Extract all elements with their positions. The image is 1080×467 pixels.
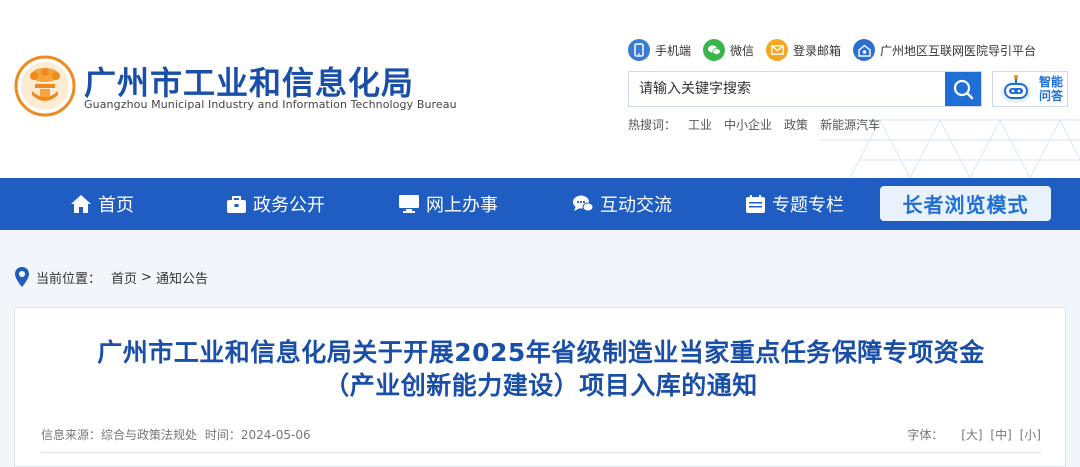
- time-label: 时间：: [204, 428, 241, 442]
- mail-link[interactable]: 登录邮箱: [766, 39, 841, 61]
- font-size-small[interactable]: [小]: [1020, 428, 1041, 442]
- font-size-controls: 字体： [大] [中] [小]: [907, 426, 1041, 443]
- wechat-icon: [703, 39, 726, 61]
- hot-search: 热搜词： 工业 中小企业 政策 新能源汽车: [628, 116, 880, 133]
- elder-mode-button[interactable]: 长者浏览模式: [880, 186, 1051, 221]
- calendar-icon: [746, 195, 765, 213]
- mail-icon: [766, 39, 789, 61]
- search-button[interactable]: [945, 72, 981, 106]
- top-links: 手机端 微信 登录邮箱 广州地区互联网医院导引平台: [628, 38, 1048, 62]
- briefcase-icon: [227, 195, 246, 213]
- main-nav: 首页 政务公开 网上办事 互动交流 专题专栏 长者浏览模式: [0, 178, 1080, 230]
- breadcrumb: 当前位置： 首页 > 通知公告: [14, 264, 208, 290]
- search-icon: [953, 79, 974, 100]
- breadcrumb-separator: >: [141, 269, 152, 285]
- article-meta: 信息来源：综合与政策法规处 时间：2024-05-06: [41, 426, 315, 443]
- search-input[interactable]: [629, 72, 945, 106]
- mobile-link[interactable]: 手机端: [628, 39, 691, 61]
- time-value: 2024-05-06: [240, 428, 311, 442]
- mobile-icon: [628, 39, 650, 61]
- article-title: 广州市工业和信息化局关于开展2025年省级制造业当家重点任务保障专项资金 （产业…: [15, 336, 1067, 402]
- nav-item-special-topics[interactable]: 专题专栏: [745, 178, 844, 230]
- robot-icon: [1001, 75, 1031, 103]
- source-value: 综合与政策法规处: [101, 428, 198, 442]
- nav-item-home[interactable]: 首页: [70, 178, 134, 230]
- ai-qa-label: 智能问答: [1039, 75, 1064, 103]
- home-icon: [71, 195, 91, 213]
- ai-qa-button[interactable]: 智能问答: [992, 71, 1068, 107]
- hot-word[interactable]: 中小企业: [724, 116, 772, 133]
- hot-word[interactable]: 新能源汽车: [820, 116, 880, 133]
- bureau-emblem-icon[interactable]: [14, 55, 76, 117]
- hospital-icon: [853, 39, 876, 61]
- location-pin-icon: [15, 267, 29, 287]
- hot-search-label: 热搜词：: [628, 118, 677, 132]
- monitor-icon: [399, 195, 419, 213]
- nav-item-gov-affairs[interactable]: 政务公开: [226, 178, 325, 230]
- font-size-label: 字体：: [907, 428, 944, 442]
- nav-item-online-services[interactable]: 网上办事: [398, 178, 498, 230]
- font-size-large[interactable]: [大]: [961, 428, 982, 442]
- article-title-line-1: 广州市工业和信息化局关于开展2025年省级制造业当家重点任务保障专项资金: [97, 338, 985, 367]
- hospital-guide-link[interactable]: 广州地区互联网医院导引平台: [853, 39, 1036, 61]
- source-label: 信息来源：: [41, 428, 102, 442]
- site-header: 广州市工业和信息化局 Guangzhou Municipal Industry …: [0, 0, 1080, 178]
- search-bar: [628, 71, 982, 107]
- hot-word[interactable]: 工业: [688, 116, 712, 133]
- site-subtitle: Guangzhou Municipal Industry and Informa…: [84, 98, 457, 111]
- article-title-line-2: （产业创新能力建设）项目入库的通知: [324, 371, 758, 400]
- breadcrumb-label: 当前位置：: [36, 271, 102, 287]
- breadcrumb-notices[interactable]: 通知公告: [156, 268, 208, 287]
- breadcrumb-home[interactable]: 首页: [111, 268, 137, 287]
- chat-icon: [573, 195, 594, 212]
- hot-word[interactable]: 政策: [784, 116, 808, 133]
- article-panel: 广州市工业和信息化局关于开展2025年省级制造业当家重点任务保障专项资金 （产业…: [14, 307, 1066, 467]
- font-size-medium[interactable]: [中]: [990, 428, 1011, 442]
- nav-item-interaction[interactable]: 互动交流: [572, 178, 672, 230]
- wechat-link[interactable]: 微信: [703, 39, 754, 61]
